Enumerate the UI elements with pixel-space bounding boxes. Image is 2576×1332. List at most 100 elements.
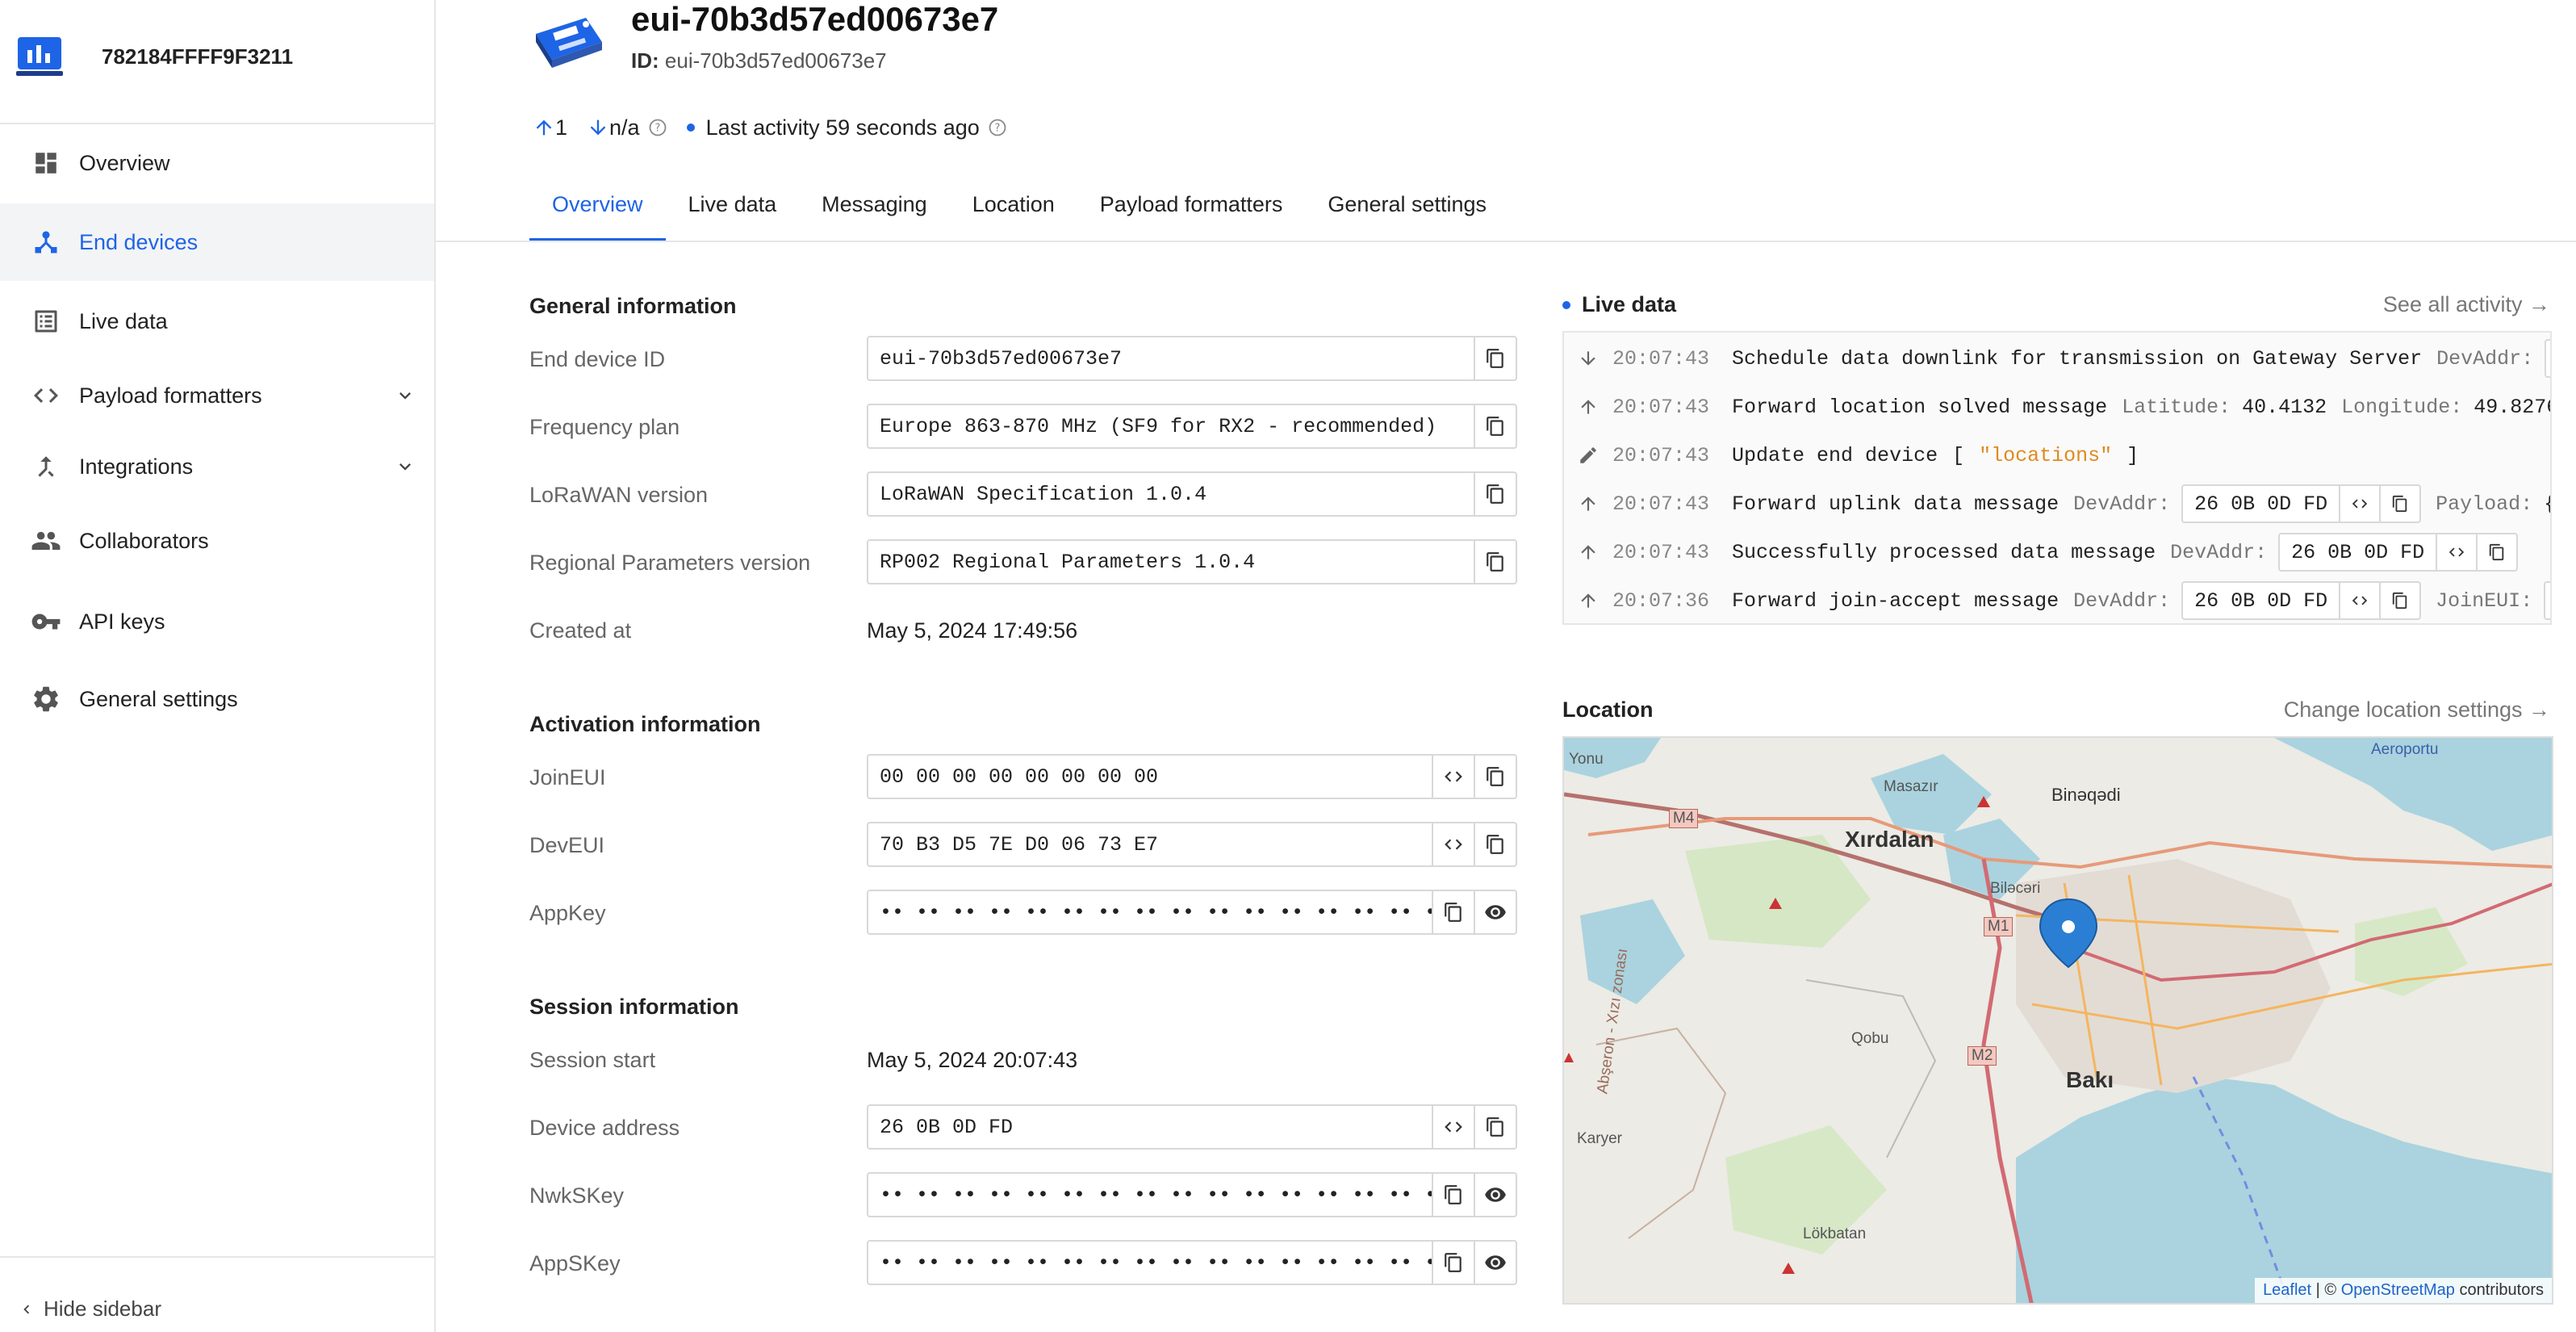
tab-messaging[interactable]: Messaging	[799, 182, 950, 242]
device-address-label: Device address	[529, 1116, 680, 1140]
hide-sidebar-button[interactable]: Hide sidebar	[18, 1296, 161, 1322]
copy-button[interactable]	[2379, 583, 2419, 618]
location-map[interactable]: Aeroportu Yonu Masazır Binəqədi Xırdalan…	[1562, 736, 2553, 1305]
divider	[0, 1256, 434, 1258]
downlink-count: n/a	[609, 115, 640, 140]
device-hub-icon	[31, 227, 61, 258]
regional-parameters-value[interactable]: RP002 Regional Parameters 1.0.4	[868, 551, 1474, 574]
svg-text:?: ?	[654, 123, 660, 135]
event-row[interactable]: 20:07:43 Schedule data downlink for tran…	[1564, 334, 2550, 383]
copy-icon	[1487, 552, 1503, 572]
nwkskey-value[interactable]: •• •• •• •• •• •• •• •• •• •• •• •• •• •…	[868, 1183, 1432, 1207]
created-at-value: May 5, 2024 17:49:56	[867, 618, 1078, 643]
appkey-value[interactable]: •• •• •• •• •• •• •• •• •• •• •• •• •• •…	[868, 901, 1432, 924]
code-icon	[2449, 547, 2465, 557]
sidebar-item-live-data[interactable]: Live data	[0, 283, 434, 360]
arrow-up-icon	[1564, 493, 1612, 514]
nwkskey-label: NwkSKey	[529, 1183, 625, 1208]
map-tiles	[1564, 738, 2552, 1303]
lorawan-version-value[interactable]: LoRaWAN Specification 1.0.4	[868, 483, 1474, 506]
copy-button[interactable]	[1432, 1174, 1474, 1216]
toggle-format-button[interactable]	[1432, 823, 1474, 865]
joineui-value[interactable]: 00 00 00 00 00 00 00 00	[868, 765, 1432, 789]
nwkskey-field: •• •• •• •• •• •• •• •• •• •• •• •• •• •…	[867, 1172, 1517, 1217]
end-device-id-label: End device ID	[529, 347, 666, 371]
copy-icon	[1445, 1185, 1462, 1204]
sidebar-item-general-settings[interactable]: General settings	[0, 660, 434, 738]
help-icon[interactable]: ?	[648, 118, 667, 137]
road-shield: M1	[1984, 917, 2014, 936]
toggle-format-button[interactable]	[1432, 756, 1474, 798]
copy-button[interactable]	[2379, 486, 2419, 521]
sidebar-item-integrations[interactable]: Integrations	[0, 428, 434, 505]
appskey-value[interactable]: •• •• •• •• •• •• •• •• •• •• •• •• •• •…	[868, 1251, 1432, 1275]
copy-button[interactable]	[1474, 337, 1516, 379]
tab-location[interactable]: Location	[950, 182, 1077, 242]
devaddr-chip[interactable]: 26	[2545, 339, 2550, 378]
help-icon[interactable]: ?	[988, 118, 1007, 137]
traffic-stats: 1 n/a ? Last activity 59 seconds ago ?	[533, 113, 1027, 142]
device-address-value[interactable]: 26 0B 0D FD	[868, 1116, 1432, 1139]
copy-button[interactable]	[1474, 756, 1516, 798]
sidebar-item-collaborators[interactable]: Collaborators	[0, 502, 434, 580]
code-icon	[31, 380, 61, 411]
appskey-label: AppSKey	[529, 1251, 621, 1275]
copy-button[interactable]	[1474, 541, 1516, 583]
map-label: Lökbatan	[1803, 1225, 1867, 1242]
copy-button[interactable]	[1432, 891, 1474, 933]
event-value: 00	[2545, 589, 2550, 613]
end-device-id-value[interactable]: eui-70b3d57ed00673e7	[868, 347, 1474, 371]
tab-payload-formatters[interactable]: Payload formatters	[1077, 182, 1306, 242]
tab-general-settings[interactable]: General settings	[1305, 182, 1509, 242]
sidebar-item-api-keys[interactable]: API keys	[0, 583, 434, 660]
tab-live-data[interactable]: Live data	[666, 182, 800, 242]
show-secret-button[interactable]	[1474, 1174, 1516, 1216]
leaflet-link[interactable]: Leaflet	[2263, 1281, 2311, 1299]
sidebar-item-overview[interactable]: Overview	[0, 124, 434, 202]
bracket-open: [	[1952, 443, 1965, 467]
event-row[interactable]: 20:07:43 Forward uplink data message Dev…	[1564, 480, 2550, 528]
copy-button[interactable]	[1474, 823, 1516, 865]
copy-button[interactable]	[1474, 405, 1516, 447]
joineui-chip[interactable]: 00	[2544, 581, 2550, 620]
event-value: 26 0B 0D FD	[2194, 492, 2328, 516]
copy-icon	[2490, 543, 2504, 561]
page-title: eui-70b3d57ed00673e7	[631, 0, 999, 38]
section-title-session: Session information	[529, 995, 739, 1019]
deveui-value[interactable]: 70 B3 D5 7E D0 06 73 E7	[868, 833, 1432, 857]
frequency-plan-value[interactable]: Europe 863-870 MHz (SF9 for RX2 - recomm…	[868, 415, 1474, 438]
event-row[interactable]: 20:07:43 Forward location solved message…	[1564, 383, 2550, 431]
see-all-activity-link[interactable]: See all activity →	[2383, 292, 2550, 317]
show-secret-button[interactable]	[1474, 891, 1516, 933]
toggle-format-button[interactable]	[1432, 1106, 1474, 1148]
copy-button[interactable]	[2476, 534, 2516, 570]
app-header[interactable]: 782184FFFF9F3211	[16, 31, 293, 82]
copy-button[interactable]	[1432, 1242, 1474, 1284]
show-secret-button[interactable]	[1474, 1242, 1516, 1284]
map-label: Aeroportu	[2371, 741, 2439, 758]
event-message: Forward location solved message	[1732, 395, 2108, 419]
event-row[interactable]: 20:07:43 Update end device [ "locations"…	[1564, 431, 2153, 480]
event-row[interactable]: 20:07:43 Successfully processed data mes…	[1564, 528, 2532, 576]
copy-button[interactable]	[1474, 1106, 1516, 1148]
sidebar-item-label: Collaborators	[79, 528, 209, 553]
copy-button[interactable]	[1474, 473, 1516, 515]
change-location-settings-link[interactable]: Change location settings →	[2284, 697, 2550, 723]
event-key: DevAddr:	[2170, 540, 2268, 564]
osm-link[interactable]: OpenStreetMap	[2341, 1281, 2455, 1299]
toggle-format-button[interactable]	[2339, 486, 2379, 521]
dashboard-icon	[31, 148, 61, 178]
arrow-up-icon	[1564, 542, 1612, 563]
code-icon	[1445, 771, 1462, 782]
chevron-down-icon	[399, 392, 411, 400]
application-icon	[16, 37, 63, 76]
toggle-format-button[interactable]	[2436, 534, 2476, 570]
tab-overview[interactable]: Overview	[529, 182, 666, 242]
sidebar-item-payload-formatters[interactable]: Payload formatters	[0, 357, 434, 434]
session-start-value: May 5, 2024 20:07:43	[867, 1048, 1078, 1072]
toggle-format-button[interactable]	[2339, 583, 2379, 618]
sidebar-item-end-devices[interactable]: End devices	[0, 203, 434, 281]
sidebar: 782184FFFF9F3211 Overview End devices Li…	[0, 0, 436, 1332]
copy-icon	[1487, 767, 1503, 786]
event-row[interactable]: 20:07:36 Forward join-accept message Dev…	[1564, 576, 2550, 623]
